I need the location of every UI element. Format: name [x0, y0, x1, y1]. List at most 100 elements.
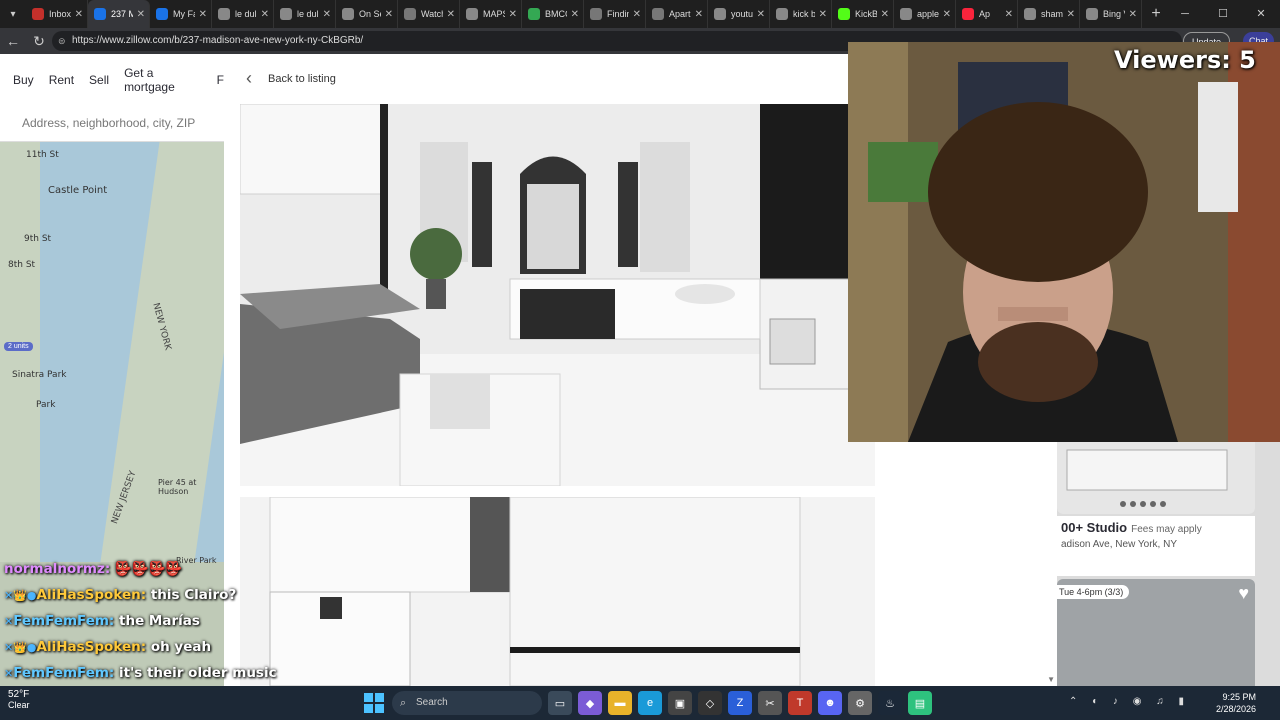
- listing-card-2[interactable]: Tue 4-6pm (3/3) ♥: [1057, 579, 1255, 686]
- tab-favicon-icon: [528, 8, 540, 20]
- scroll-down-icon[interactable]: ▼: [1047, 675, 1055, 684]
- weather-widget[interactable]: 52°F Clear: [8, 689, 30, 710]
- copilot-icon[interactable]: ◆: [578, 691, 602, 715]
- edge-icon[interactable]: e: [638, 691, 662, 715]
- browser-tab[interactable]: shamp ✕: [1018, 0, 1080, 28]
- task-view-icon[interactable]: ▭: [548, 691, 572, 715]
- studio-interior-image: [240, 104, 875, 486]
- site-info-icon[interactable]: ⊜: [58, 31, 66, 51]
- tab-close-icon[interactable]: ✕: [385, 9, 393, 20]
- tab-close-icon[interactable]: ✕: [75, 9, 83, 20]
- tab-close-icon[interactable]: ✕: [1129, 9, 1137, 20]
- system-clock[interactable]: 9:25 PM 2/28/2026: [1216, 691, 1256, 715]
- tab-close-icon[interactable]: ✕: [323, 9, 331, 20]
- close-window-icon[interactable]: ✕: [1242, 0, 1280, 28]
- browser-tab[interactable]: le dulu ✕: [274, 0, 336, 28]
- listing-card-details[interactable]: 00+ Studio Fees may apply adison Ave, New…: [1057, 516, 1255, 576]
- tab-close-icon[interactable]: ✕: [137, 9, 145, 20]
- browser-tab[interactable]: BMCC ✕: [522, 0, 584, 28]
- listing-photo-studio-interior[interactable]: [240, 104, 875, 486]
- listing-card-image[interactable]: [1057, 442, 1255, 514]
- tab-close-icon[interactable]: ✕: [695, 9, 703, 20]
- tab-close-icon[interactable]: ✕: [261, 9, 269, 20]
- browser-tab[interactable]: MAPS ✕: [460, 0, 522, 28]
- nav-get-a-mortgage[interactable]: Get a mortgage: [124, 66, 202, 94]
- tab-favicon-icon: [652, 8, 664, 20]
- nav-sell[interactable]: Sell: [89, 73, 109, 87]
- tab-close-icon[interactable]: ✕: [571, 9, 579, 20]
- chat-username: AliHasSpoken:: [36, 639, 147, 655]
- maximize-icon[interactable]: ☐: [1204, 0, 1242, 28]
- listing-photo-kitchen[interactable]: [240, 497, 875, 686]
- tab-title: Watch: [421, 9, 443, 19]
- app-icon-dark[interactable]: ◇: [698, 691, 722, 715]
- back-arrow-icon[interactable]: ←: [0, 33, 26, 49]
- location-search-input[interactable]: Address, neighborhood, city, ZIP: [0, 106, 224, 142]
- browser-tab[interactable]: Watch ✕: [398, 0, 460, 28]
- browser-tab[interactable]: Apartn ✕: [646, 0, 708, 28]
- tab-title: BMCC: [545, 9, 567, 19]
- system-tray[interactable]: ⌃ ◐ ♪ ◉ ♫ ▮: [1069, 696, 1190, 707]
- tab-search-menu-icon[interactable]: ▾: [0, 0, 26, 28]
- map-label-11th-st: 11th St: [26, 150, 59, 160]
- browser-tab[interactable]: 237 M ✕: [88, 0, 150, 28]
- browser-tab[interactable]: KickBc ✕: [832, 0, 894, 28]
- settings-gear-icon[interactable]: ⚙: [848, 691, 872, 715]
- chat-message: ✕FemFemFem: the Marías: [4, 610, 254, 636]
- browser-tab[interactable]: Ap ✕: [956, 0, 1018, 28]
- browser-tab[interactable]: Findin ✕: [584, 0, 646, 28]
- snipping-tool-icon[interactable]: ✂: [758, 691, 782, 715]
- file-explorer-icon[interactable]: ▬: [608, 691, 632, 715]
- window-controls: ─ ☐ ✕: [1166, 0, 1280, 28]
- map-units-badge[interactable]: 2 units: [4, 342, 33, 351]
- browser-tab[interactable]: kick b ✕: [770, 0, 832, 28]
- store-icon[interactable]: ▣: [668, 691, 692, 715]
- browser-tab[interactable]: On Sel ✕: [336, 0, 398, 28]
- tab-favicon-icon: [590, 8, 602, 20]
- browser-tab[interactable]: My Fa ✕: [150, 0, 212, 28]
- browser-tab[interactable]: Inbox (✕: [26, 0, 88, 28]
- steam-icon[interactable]: ♨: [878, 691, 902, 715]
- taskbar-pinned-apps: ▭ ◆ ▬ e ▣ ◇ Z ✂ T ☻ ⚙ ♨ ▤: [548, 691, 932, 715]
- tab-favicon-icon: [776, 8, 788, 20]
- chat-badge-icons: ✕👑●: [4, 641, 37, 654]
- tab-close-icon[interactable]: ✕: [1067, 9, 1075, 20]
- weather-temperature: 52°F: [8, 689, 30, 700]
- app-icon-green[interactable]: ▤: [908, 691, 932, 715]
- tab-close-icon[interactable]: ✕: [1005, 9, 1013, 20]
- tab-close-icon[interactable]: ✕: [447, 9, 455, 20]
- tab-favicon-icon: [900, 8, 912, 20]
- tab-favicon-icon: [342, 8, 354, 20]
- back-to-listing-link[interactable]: ‹ Back to listing: [246, 68, 336, 89]
- favorite-heart-icon[interactable]: ♥: [1238, 583, 1249, 604]
- browser-tab[interactable]: apple ✕: [894, 0, 956, 28]
- discord-icon[interactable]: ☻: [818, 691, 842, 715]
- tab-close-icon[interactable]: ✕: [757, 9, 765, 20]
- tab-list: Inbox (✕237 M✕My Fa✕le dulu✕le dulu✕On S…: [26, 0, 1142, 28]
- reload-icon[interactable]: ↻: [26, 33, 52, 50]
- tab-title: 237 M: [111, 9, 133, 19]
- tab-close-icon[interactable]: ✕: [509, 9, 517, 20]
- browser-tab[interactable]: le dulu ✕: [212, 0, 274, 28]
- tab-close-icon[interactable]: ✕: [633, 9, 641, 20]
- tab-favicon-icon: [466, 8, 478, 20]
- zillow-nav: Buy Rent Sell Get a mortgage F: [0, 54, 224, 106]
- browser-tab[interactable]: youtub ✕: [708, 0, 770, 28]
- browser-tab[interactable]: Bing V ✕: [1080, 0, 1142, 28]
- start-button[interactable]: [364, 693, 384, 713]
- nav-buy[interactable]: Buy: [13, 73, 34, 87]
- tab-close-icon[interactable]: ✕: [819, 9, 827, 20]
- nav-rent[interactable]: Rent: [49, 73, 74, 87]
- nav-find-agent[interactable]: F: [217, 73, 224, 87]
- chat-text: oh yeah: [150, 639, 212, 655]
- taskbar-search[interactable]: ⌕ Search: [392, 691, 542, 715]
- tab-close-icon[interactable]: ✕: [943, 9, 951, 20]
- minimize-icon[interactable]: ─: [1166, 0, 1204, 28]
- tab-favicon-icon: [714, 8, 726, 20]
- map-label-sinatra-park: Sinatra Park: [12, 370, 67, 380]
- app-icon-blue[interactable]: Z: [728, 691, 752, 715]
- tf-app-icon[interactable]: T: [788, 691, 812, 715]
- tab-close-icon[interactable]: ✕: [199, 9, 207, 20]
- tab-title: Bing V: [1103, 9, 1125, 19]
- tab-close-icon[interactable]: ✕: [881, 9, 889, 20]
